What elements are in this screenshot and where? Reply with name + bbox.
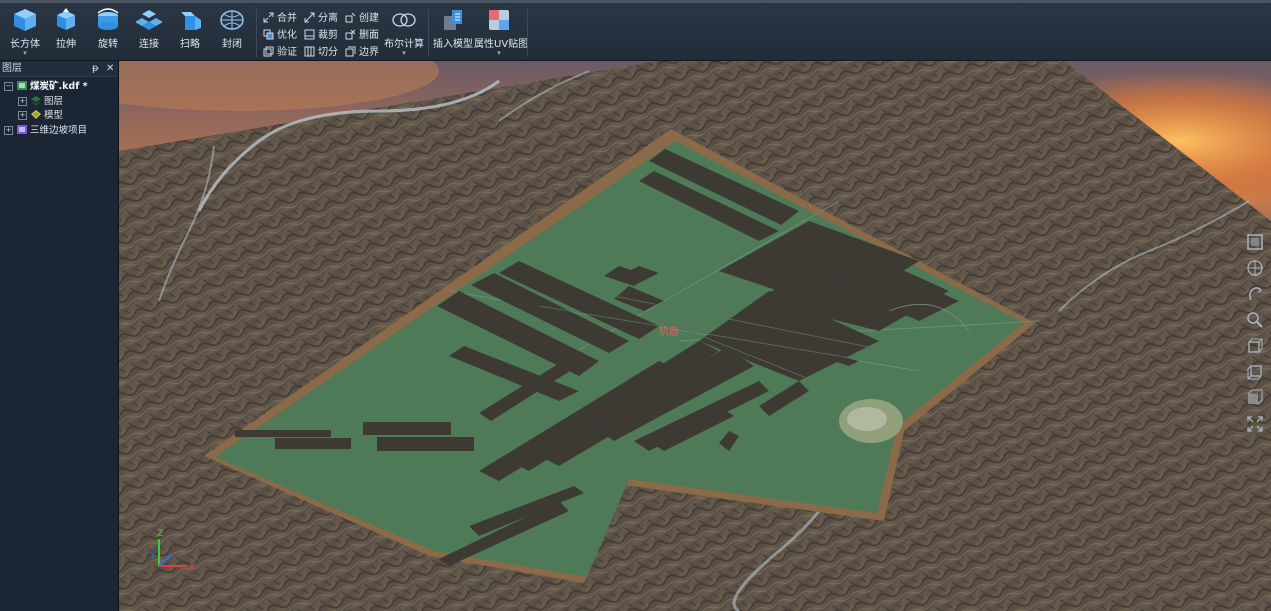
front-view-icon[interactable]: [1245, 336, 1265, 356]
boundary-icon: [345, 46, 356, 57]
model-icon: [31, 110, 41, 119]
close-mesh-icon: [220, 10, 244, 30]
scene-file-icon: [17, 81, 27, 90]
chevron-down-icon: ▾: [23, 49, 27, 57]
cut-icon: [304, 46, 315, 57]
delete-face-button[interactable]: 删面: [345, 26, 379, 41]
insert-model-icon: [444, 10, 462, 30]
pan-icon[interactable]: [1245, 258, 1265, 278]
axis-x-label: X: [189, 562, 195, 572]
create-icon: [345, 12, 356, 23]
merge-button[interactable]: 合并: [263, 9, 297, 24]
merge-icon: [263, 12, 274, 23]
fit-view-icon[interactable]: [1245, 232, 1265, 252]
collapse-icon[interactable]: −: [4, 82, 13, 91]
expand-icon[interactable]: +: [18, 111, 27, 120]
delete-face-icon: [345, 29, 356, 40]
layer-panel-title: 图层: [2, 63, 22, 74]
view-navigation-toolbar: [1243, 232, 1267, 442]
uv-map-button[interactable]: 属性UV贴图 ▾: [474, 7, 528, 57]
close-icon[interactable]: ✕: [106, 61, 114, 76]
layer-icon: [31, 96, 41, 105]
tree-item-layers[interactable]: + 图层: [18, 95, 63, 109]
extrude-icon: [57, 8, 75, 30]
tree-item-models[interactable]: + 模型: [18, 109, 63, 123]
sweep-icon: [181, 12, 201, 30]
layer-panel: 图层 ᵽ ✕ − 煤炭矿.kdf * + 图层 + 模型 + 三维边坡项目: [0, 61, 119, 611]
create-button[interactable]: 创建: [345, 9, 379, 24]
pin-icon[interactable]: ᵽ: [92, 61, 99, 76]
axis-z-label: Z: [157, 529, 163, 539]
optimize-button[interactable]: 优化: [263, 26, 297, 41]
extrude-button[interactable]: 拉伸: [46, 7, 86, 57]
rotate-view-icon[interactable]: [1245, 284, 1265, 304]
project-icon: [17, 125, 27, 134]
fullscreen-icon[interactable]: [1245, 414, 1265, 434]
3d-viewport[interactable]: 机器 Z X Y: [119, 61, 1271, 611]
boolean-icon: [392, 13, 416, 27]
revolve-icon: [97, 8, 119, 30]
ribbon-separator: [428, 9, 429, 57]
insert-model-button[interactable]: 插入模型: [432, 7, 474, 57]
scene-render: 机器 Z X Y: [119, 61, 1271, 611]
expand-icon[interactable]: +: [18, 97, 27, 106]
split-button[interactable]: 分离: [304, 9, 338, 24]
iso-view-icon[interactable]: [1245, 388, 1265, 408]
connect-button[interactable]: 连接: [129, 7, 169, 57]
box-button[interactable]: 长方体 ▾: [5, 7, 45, 57]
validate-button[interactable]: 验证: [263, 43, 297, 58]
cut-button[interactable]: 切分: [304, 43, 338, 58]
ribbon-separator: [527, 9, 528, 57]
expand-icon[interactable]: +: [4, 126, 13, 135]
zoom-icon[interactable]: [1245, 310, 1265, 330]
connect-icon: [136, 10, 162, 30]
ribbon-separator: [256, 9, 257, 57]
cube-icon: [14, 9, 36, 31]
tree-item-project[interactable]: + 三维边坡项目: [4, 124, 87, 138]
uv-map-icon: [489, 10, 509, 30]
site-label: 机器: [659, 325, 679, 338]
side-view-icon[interactable]: [1245, 362, 1265, 382]
chevron-down-icon: ▾: [402, 49, 406, 57]
tree-item-scene-file[interactable]: − 煤炭矿.kdf *: [4, 80, 88, 94]
ribbon-toolbar: 长方体 ▾ 拉伸 旋转 连接 扫略 封闭 合并 分离 创建 优化 裁剪 删面 验…: [0, 3, 1271, 61]
clip-button[interactable]: 裁剪: [304, 26, 338, 41]
sweep-button[interactable]: 扫略: [170, 7, 210, 57]
close-mesh-button[interactable]: 封闭: [212, 7, 252, 57]
revolve-button[interactable]: 旋转: [88, 7, 128, 57]
axis-y-label: Y: [149, 551, 156, 561]
boundary-button[interactable]: 边界: [345, 43, 379, 58]
boolean-button[interactable]: 布尔计算 ▾: [383, 7, 425, 57]
optimize-icon: [263, 29, 274, 40]
layer-panel-header: 图层 ᵽ ✕: [0, 61, 118, 77]
split-icon: [304, 12, 315, 23]
validate-icon: [263, 46, 274, 57]
clip-icon: [304, 29, 315, 40]
chevron-down-icon: ▾: [497, 49, 501, 57]
